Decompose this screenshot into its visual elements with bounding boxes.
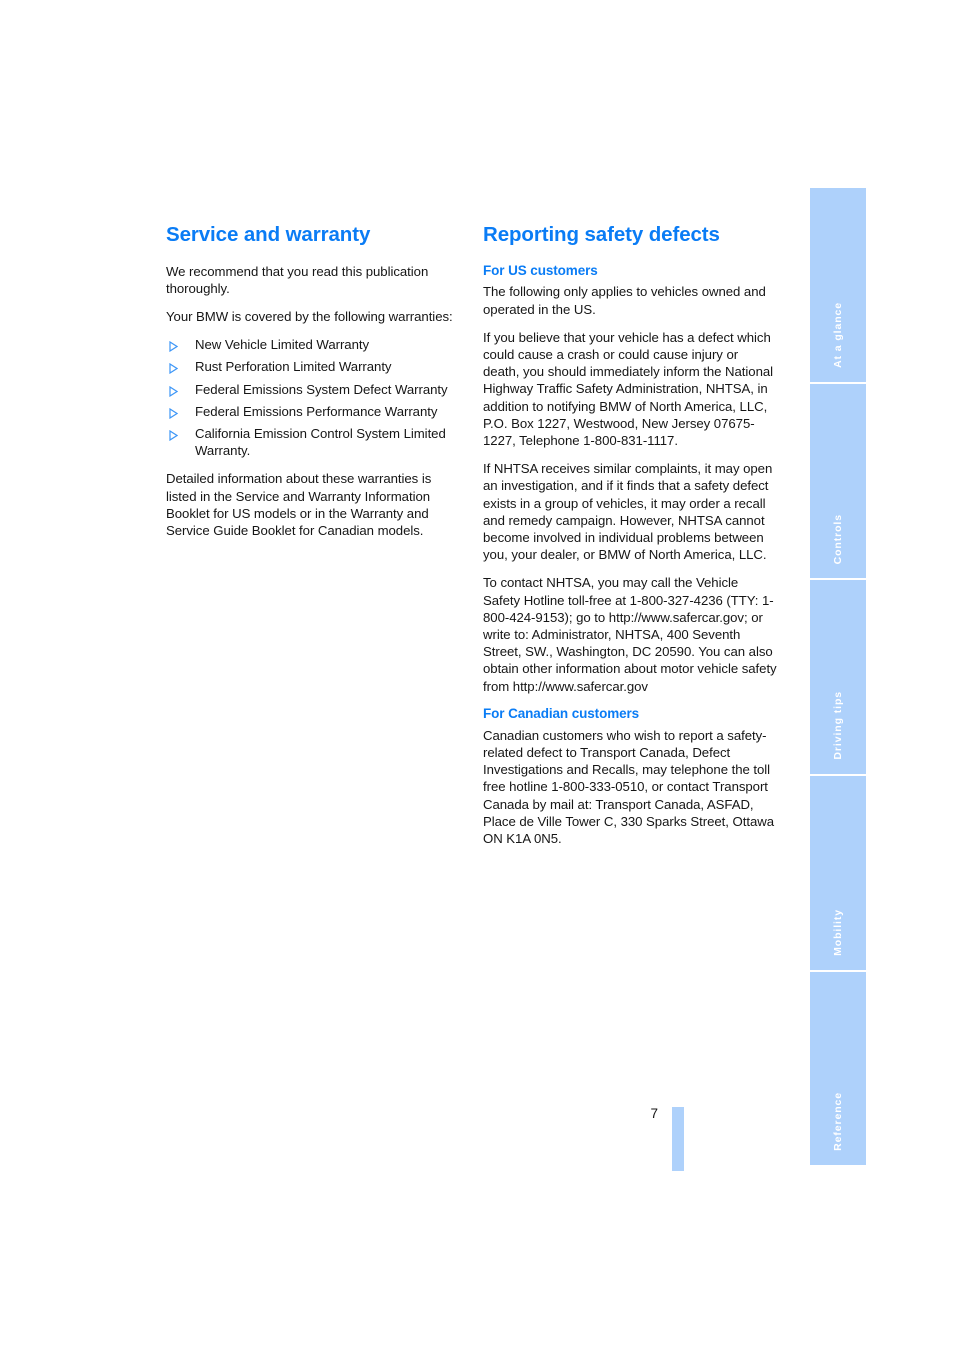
- triangle-bullet-icon: [169, 361, 179, 375]
- paragraph-us-defect-notify: If you believe that your vehicle has a d…: [483, 329, 774, 449]
- paragraph-us-investigation: If NHTSA receives similar complaints, it…: [483, 461, 773, 563]
- page-number-accent-bar: [672, 1107, 684, 1171]
- tab-label: Driving tips: [832, 691, 844, 760]
- triangle-bullet-icon: [169, 384, 179, 397]
- tab-at-a-glance[interactable]: At a glance: [810, 188, 866, 382]
- triangle-bullet-icon: [169, 406, 179, 419]
- paragraph-detailed-information: Detailed information about these warrant…: [166, 471, 432, 538]
- warranty-list: New Vehicle Limited Warranty Rust Perfor…: [166, 336, 464, 459]
- tab-mobility[interactable]: Mobility: [810, 776, 866, 970]
- paragraph-canada-transport: Canadian customers who wish to report a …: [483, 727, 774, 846]
- list-item: Federal Emissions System Defect Warranty: [166, 381, 464, 398]
- page-number: 7: [650, 1106, 658, 1121]
- page-title-service-and-warranty: Service and warranty: [166, 223, 371, 246]
- tab-reference[interactable]: Reference: [810, 972, 866, 1165]
- tab-label: Reference: [832, 1092, 844, 1151]
- list-item-label: Federal Emissions Performance Warranty: [195, 403, 438, 419]
- paragraph-us-contact-nhtsa: To contact NHTSA, you may call the Vehic…: [483, 575, 777, 694]
- tab-label: Mobility: [832, 909, 844, 956]
- triangle-bullet-icon: [169, 428, 179, 442]
- tab-label: Controls: [832, 513, 844, 564]
- page-title-reporting-safety-defects: Reporting safety defects: [483, 223, 720, 246]
- list-item: New Vehicle Limited Warranty: [166, 336, 464, 353]
- tab-controls[interactable]: Controls: [810, 384, 866, 578]
- paragraph-covered-by: Your BMW is covered by the following war…: [166, 308, 453, 324]
- paragraph-recommend: We recommend that you read this publicat…: [166, 263, 429, 296]
- list-item: Rust Perforation Limited Warranty: [166, 358, 464, 375]
- list-item: Federal Emissions Performance Warranty: [166, 403, 464, 420]
- list-item-label: Federal Emissions System Defect Warranty: [195, 381, 448, 397]
- right-column: Reporting safety defects For US customer…: [483, 223, 778, 847]
- list-item-label: California Emission Control System Limit…: [195, 425, 446, 459]
- list-item: California Emission Control System Limit…: [166, 425, 464, 459]
- list-item-label: Rust Perforation Limited Warranty: [195, 359, 392, 375]
- tab-label: At a glance: [832, 302, 844, 368]
- manual-page: Service and warranty We recommend that y…: [0, 0, 954, 1351]
- paragraph-us-applies: The following only applies to vehicles o…: [483, 284, 766, 317]
- left-column: Service and warranty We recommend that y…: [166, 223, 464, 539]
- triangle-bullet-icon: [169, 339, 179, 353]
- thumb-index-tabs: At a glance Controls Driving tips Mobili…: [810, 188, 866, 1165]
- list-item-label: New Vehicle Limited Warranty: [195, 337, 370, 353]
- subheading-for-us-customers: For US customers: [483, 262, 598, 278]
- tab-driving-tips[interactable]: Driving tips: [810, 580, 866, 774]
- subheading-for-canadian-customers: For Canadian customers: [483, 705, 640, 721]
